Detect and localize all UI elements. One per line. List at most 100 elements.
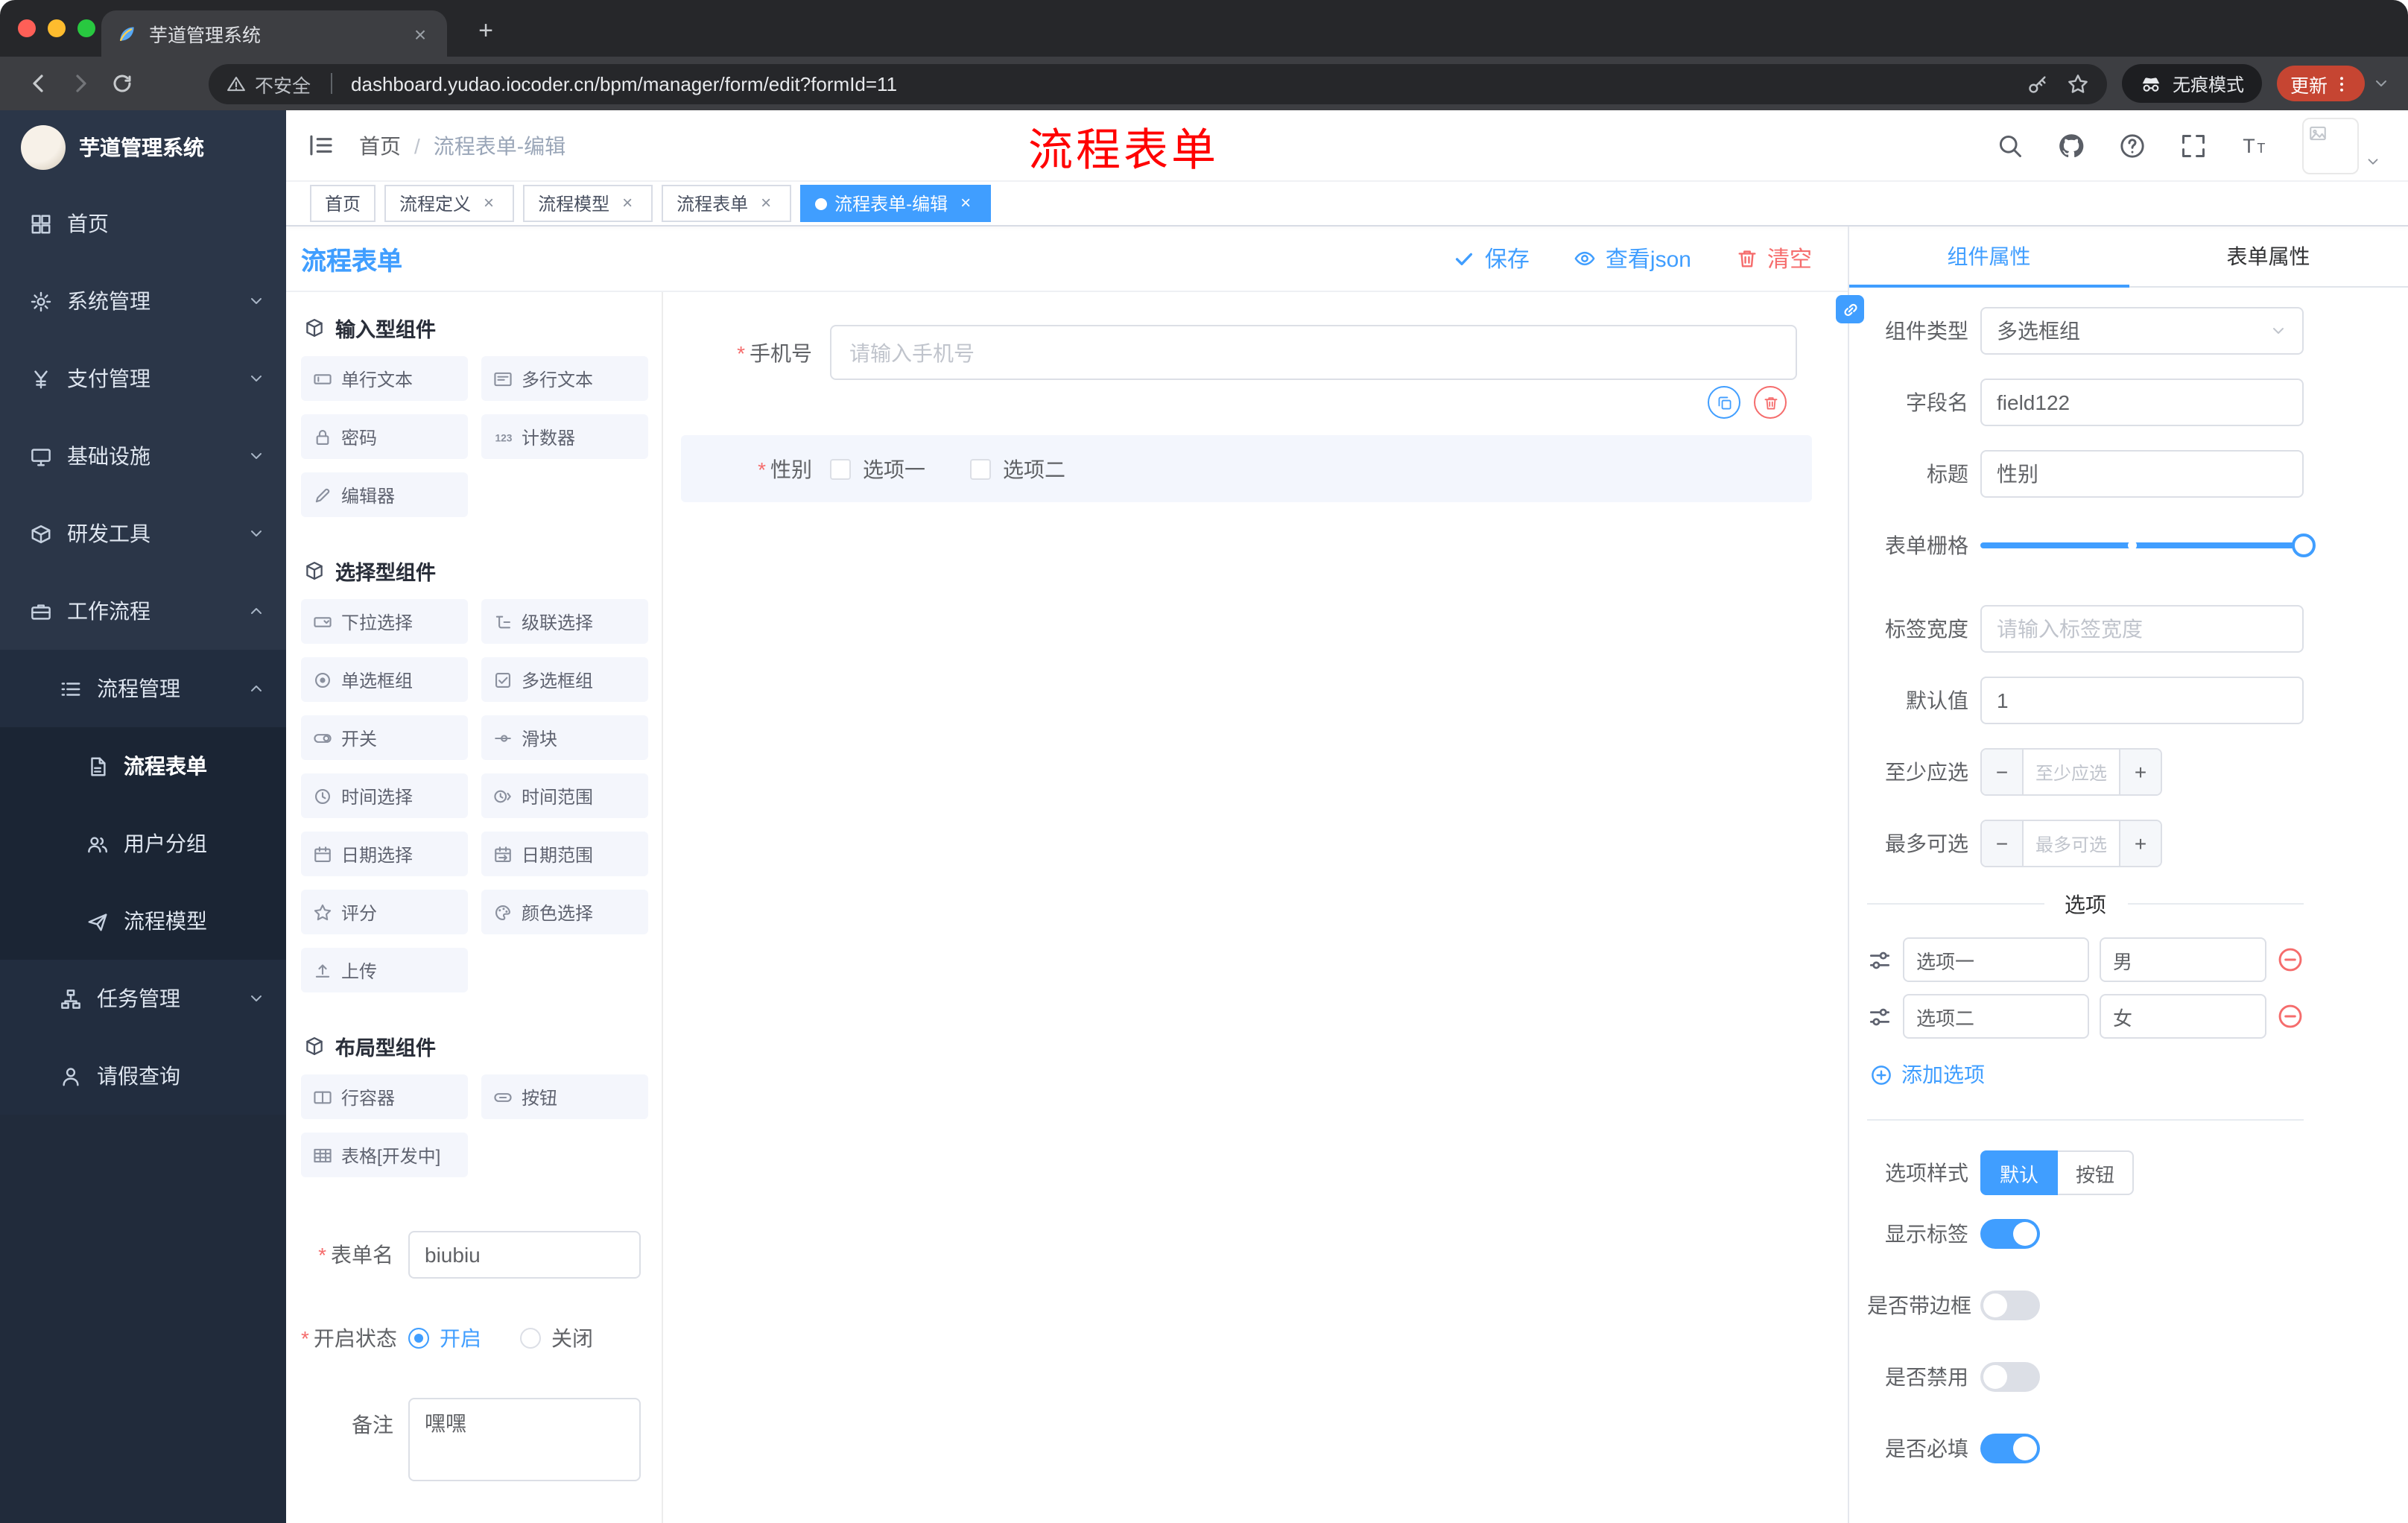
palette-item-checkbox-group[interactable]: 多选框组 [481, 657, 648, 702]
tab-component-props[interactable]: 组件属性 [1849, 227, 2129, 288]
tag-process-form-edit[interactable]: 流程表单-编辑 × [800, 185, 992, 222]
border-switch[interactable] [1980, 1291, 2040, 1320]
sidebar-item-system[interactable]: 系统管理 [0, 262, 286, 340]
url-text[interactable]: dashboard.yudao.iocoder.cn/bpm/manager/f… [351, 72, 2018, 95]
palette-item-radio-group[interactable]: 单选框组 [301, 657, 468, 702]
save-button[interactable]: 保存 [1454, 243, 1530, 274]
font-size-icon[interactable] [2241, 132, 2268, 159]
close-icon[interactable]: × [478, 192, 499, 214]
palette-item-counter[interactable]: 计数器 [481, 414, 648, 459]
form-canvas[interactable]: 手机号 [663, 292, 1848, 1523]
palette-item-select[interactable]: 下拉选择 [301, 599, 468, 644]
required-switch[interactable] [1980, 1434, 2040, 1463]
copy-component-button[interactable] [1708, 386, 1740, 419]
help-icon[interactable] [2119, 132, 2146, 159]
palette-item-color-picker[interactable]: 颜色选择 [481, 890, 648, 934]
option1-label-input[interactable] [1903, 937, 2089, 982]
forward-button[interactable] [60, 63, 101, 104]
close-icon[interactable]: × [617, 192, 638, 214]
palette-item-date-range[interactable]: 日期范围 [481, 832, 648, 876]
fullscreen-icon[interactable] [2180, 132, 2207, 159]
breadcrumb-home[interactable]: 首页 [359, 130, 401, 160]
palette-item-editor[interactable]: 编辑器 [301, 472, 468, 517]
sidebar-item-devtools[interactable]: 研发工具 [0, 495, 286, 572]
form-name-input[interactable] [408, 1231, 641, 1279]
user-menu[interactable] [2302, 117, 2381, 174]
status-off-radio[interactable]: 关闭 [520, 1323, 593, 1353]
tag-home[interactable]: 首页 [310, 185, 376, 222]
status-on-radio[interactable]: 开启 [408, 1323, 481, 1353]
browser-tab[interactable]: 芋道管理系统 × [101, 10, 447, 57]
zoom-window-button[interactable] [77, 19, 95, 37]
phone-input[interactable] [830, 325, 1797, 380]
option1-value-input[interactable] [2100, 937, 2266, 982]
palette-item-text-input[interactable]: 单行文本 [301, 356, 468, 401]
browser-update-button[interactable]: 更新 [2276, 66, 2365, 101]
form-link-badge[interactable] [1836, 295, 1864, 323]
show-label-switch[interactable] [1980, 1219, 2040, 1249]
tag-process-definition[interactable]: 流程定义 × [384, 185, 515, 222]
palette-item-table[interactable]: 表格[开发中] [301, 1133, 468, 1177]
drag-handle-icon[interactable] [1867, 1004, 1892, 1029]
add-option-button[interactable]: 添加选项 [1870, 1060, 2304, 1089]
toolbar-caret-icon[interactable] [2372, 75, 2390, 92]
back-button[interactable] [18, 63, 60, 104]
sidebar-item-task-management[interactable]: 任务管理 [0, 960, 286, 1037]
palette-item-textarea[interactable]: 多行文本 [481, 356, 648, 401]
delete-component-button[interactable] [1754, 386, 1787, 419]
selected-component-gender[interactable]: 性别 选项一 选项二 [681, 435, 1812, 502]
remove-option-icon[interactable] [2277, 1003, 2304, 1030]
form-remark-textarea[interactable]: 嘿嘿 [408, 1398, 641, 1481]
security-label[interactable]: 不安全 [255, 69, 311, 98]
reload-button[interactable] [101, 63, 143, 104]
sidebar-fold-icon[interactable] [307, 131, 335, 159]
palette-item-password[interactable]: 密码 [301, 414, 468, 459]
slider-handle[interactable] [2292, 533, 2316, 557]
minimize-window-button[interactable] [48, 19, 66, 37]
label-width-input[interactable] [1980, 605, 2304, 653]
style-default-button[interactable]: 默认 [1980, 1150, 2059, 1195]
slider-track[interactable] [1980, 533, 2316, 557]
sidebar-item-user-groups[interactable]: 用户分组 [0, 805, 286, 882]
gender-option1-checkbox[interactable]: 选项一 [830, 454, 925, 484]
sidebar-item-leave-query[interactable]: 请假查询 [0, 1037, 286, 1115]
form-grid-slider[interactable] [1980, 522, 2316, 569]
option2-label-input[interactable] [1903, 994, 2089, 1039]
search-icon[interactable] [1997, 132, 2024, 159]
palette-item-switch[interactable]: 开关 [301, 715, 468, 760]
view-json-button[interactable]: 查看json [1574, 243, 1691, 274]
palette-item-row-container[interactable]: 行容器 [301, 1074, 468, 1119]
palette-item-rate[interactable]: 评分 [301, 890, 468, 934]
remove-option-icon[interactable] [2277, 946, 2304, 973]
component-type-select[interactable]: 多选框组 [1980, 307, 2304, 355]
close-window-button[interactable] [18, 19, 36, 37]
sidebar-item-process-model[interactable]: 流程模型 [0, 882, 286, 960]
default-value-input[interactable] [1980, 677, 2304, 724]
sidebar-item-payment[interactable]: 支付管理 [0, 340, 286, 417]
phone-field-row[interactable]: 手机号 [681, 325, 1812, 380]
decrease-icon[interactable]: − [1982, 750, 2024, 794]
max-select-stepper[interactable]: − 最多可选 + [1980, 820, 2162, 867]
sidebar-item-home[interactable]: 首页 [0, 185, 286, 262]
palette-item-cascader[interactable]: 级联选择 [481, 599, 648, 644]
palette-item-time-picker[interactable]: 时间选择 [301, 773, 468, 818]
decrease-icon[interactable]: − [1982, 821, 2024, 866]
sidebar-item-workflow[interactable]: 工作流程 [0, 572, 286, 650]
tag-process-model[interactable]: 流程模型 × [523, 185, 653, 222]
close-icon[interactable]: × [755, 192, 776, 214]
address-bar[interactable]: 不安全 dashboard.yudao.iocoder.cn/bpm/manag… [209, 63, 2107, 104]
min-select-stepper[interactable]: − 至少应选 + [1980, 748, 2162, 796]
palette-item-button[interactable]: 按钮 [481, 1074, 648, 1119]
close-icon[interactable]: × [955, 192, 976, 214]
palette-item-time-range[interactable]: 时间范围 [481, 773, 648, 818]
github-icon[interactable] [2058, 132, 2085, 159]
clear-button[interactable]: 清空 [1736, 243, 1812, 274]
palette-item-slider[interactable]: 滑块 [481, 715, 648, 760]
disabled-switch[interactable] [1980, 1362, 2040, 1392]
sidebar-item-process-form[interactable]: 流程表单 [0, 727, 286, 805]
drag-handle-icon[interactable] [1867, 947, 1892, 972]
style-button-button[interactable]: 按钮 [2058, 1150, 2135, 1195]
tab-form-props[interactable]: 表单属性 [2129, 227, 2408, 286]
bookmark-star-icon[interactable] [2067, 72, 2089, 95]
title-input[interactable] [1980, 450, 2304, 498]
